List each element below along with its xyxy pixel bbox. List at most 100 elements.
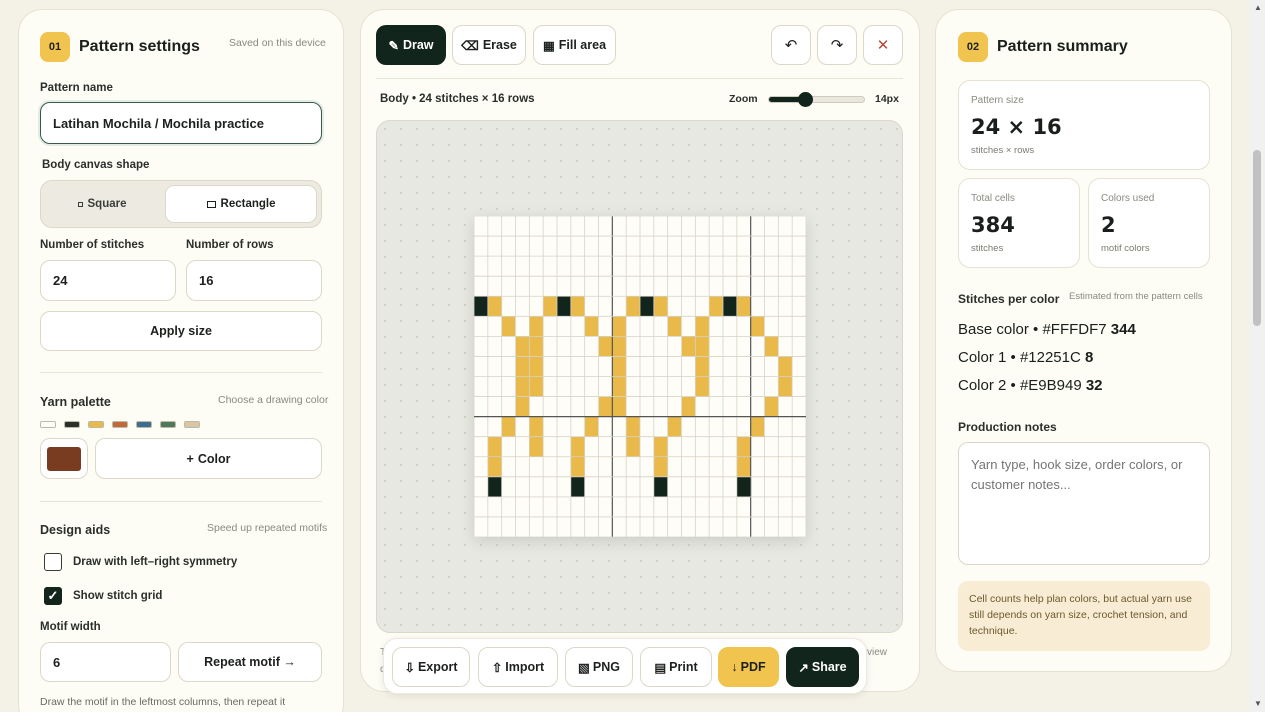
action-bar: ⇩ Export ⇧ Import ▧ PNG ▤ Print ↓ PDF ↗ Share	[383, 638, 867, 694]
eraser-icon: ⌫	[461, 38, 479, 53]
colors-used-value: 2	[1101, 213, 1116, 237]
palette-swatch[interactable]	[88, 421, 104, 428]
printer-icon: ▤	[654, 660, 667, 675]
page-scrollbar[interactable]: ▲ ▼	[1250, 0, 1265, 712]
scrollbar-thumb[interactable]	[1253, 150, 1261, 326]
show-grid-label: Show stitch grid	[73, 590, 163, 602]
pdf-label: PDF	[740, 660, 766, 674]
zoom-slider-handle[interactable]	[798, 92, 814, 107]
design-aids-label: Design aids	[40, 523, 111, 537]
add-color-button[interactable]: + Color	[95, 438, 322, 479]
print-label: Print	[669, 660, 698, 674]
pattern-size-label: Pattern size	[971, 95, 1024, 106]
symmetry-checkbox[interactable]	[44, 553, 62, 571]
erase-tool-button[interactable]: ⌫ Erase	[452, 25, 526, 65]
clear-button[interactable]: ✕	[863, 25, 903, 65]
palette-swatch[interactable]	[64, 421, 80, 428]
color-count-value: 32	[1085, 377, 1103, 394]
import-button[interactable]: ⇧ Import	[478, 647, 558, 687]
repeat-motif-button[interactable]: Repeat motif →	[178, 642, 322, 682]
current-color-picker[interactable]	[40, 438, 88, 479]
redo-button[interactable]: ↷	[817, 25, 857, 65]
shape-square-label: Square	[87, 198, 127, 210]
rows-input[interactable]: 16	[186, 260, 322, 301]
plus-icon: +	[186, 451, 194, 466]
saved-note: Saved on this device	[229, 37, 326, 49]
rectangle-icon	[206, 200, 216, 208]
stitches-per-color-hint: Estimated from the pattern cells	[1069, 291, 1203, 302]
rows-label: Number of rows	[186, 239, 274, 251]
colors-used-label: Colors used	[1101, 193, 1155, 204]
color-count-row: Color 2 • #E9B949 32	[958, 377, 1103, 394]
print-button[interactable]: ▤ Print	[640, 647, 712, 687]
fill-tool-button[interactable]: ▦ Fill area	[533, 25, 616, 65]
palette-swatch[interactable]	[160, 421, 176, 428]
zoom-label: Zoom	[729, 93, 758, 105]
color-count-name: Color 2 • #E9B949	[958, 377, 1082, 394]
color-count-row: Color 1 • #12251C 8	[958, 349, 1093, 366]
color-count-row: Base color • #FFFDF7 344	[958, 321, 1136, 338]
show-grid-checkbox[interactable]: ✓	[44, 587, 62, 605]
grid-lines	[474, 216, 806, 537]
total-cells-value: 384	[971, 213, 1015, 237]
pdf-button[interactable]: ↓ PDF	[718, 647, 779, 687]
panel-title: Pattern settings	[79, 38, 200, 55]
production-notes-textarea[interactable]	[958, 442, 1210, 565]
export-label: Export	[417, 660, 458, 674]
motif-help-text: Draw the motif in the leftmost columns, …	[40, 696, 286, 708]
symmetry-label: Draw with left–right symmetry	[73, 556, 238, 568]
share-label: Share	[811, 660, 847, 674]
motif-width-label: Motif width	[40, 621, 101, 633]
pattern-size-value: 24 × 16	[971, 115, 1062, 139]
erase-label: Erase	[482, 38, 517, 52]
pattern-name-input[interactable]: Latihan Mochila / Mochila practice	[40, 102, 322, 144]
stitches-label: Number of stitches	[40, 239, 145, 251]
color-count-value: 344	[1110, 321, 1136, 338]
current-color-swatch	[47, 446, 81, 471]
undo-button[interactable]: ↶	[771, 25, 811, 65]
palette-swatch[interactable]	[40, 421, 56, 428]
stitches-per-color-label: Stitches per color	[958, 292, 1060, 306]
pencil-icon: ✎	[388, 38, 399, 53]
canvas-shape-label: Body canvas shape	[42, 159, 150, 171]
stitch-grid[interactable]	[474, 216, 806, 537]
step-badge: 02	[958, 32, 988, 62]
pattern-size-sub: stitches × rows	[971, 145, 1035, 156]
export-button[interactable]: ⇩ Export	[392, 647, 470, 687]
color-count-name: Color 1 • #12251C	[958, 349, 1081, 366]
draw-label: Draw	[402, 38, 434, 52]
design-aids-hint: Speed up repeated motifs	[207, 522, 328, 534]
shape-rectangle-label: Rectangle	[220, 198, 276, 210]
apply-size-button[interactable]: Apply size	[40, 311, 322, 351]
share-button[interactable]: ↗ Share	[786, 647, 859, 687]
fill-icon: ▦	[542, 38, 555, 53]
yarn-palette-label: Yarn palette	[40, 395, 111, 409]
scroll-up-icon[interactable]: ▲	[1254, 3, 1262, 12]
zoom-value: 14px	[875, 93, 899, 105]
share-icon: ↗	[798, 660, 809, 675]
png-button[interactable]: ▧ PNG	[565, 647, 633, 687]
shape-square-option[interactable]: Square	[44, 185, 160, 223]
palette-swatch[interactable]	[112, 421, 128, 428]
canvas-info: Body • 24 stitches × 16 rows	[380, 93, 535, 105]
divider	[376, 78, 903, 79]
stitches-input[interactable]: 24	[40, 260, 176, 301]
download-icon: ⇩	[404, 660, 415, 675]
canvas-hint-right: view	[867, 647, 888, 658]
color-count-value: 8	[1085, 349, 1094, 366]
palette-swatch[interactable]	[136, 421, 152, 428]
draw-tool-button[interactable]: ✎ Draw	[376, 25, 446, 65]
add-color-label: Color	[197, 451, 231, 466]
shape-rectangle-option[interactable]: Rectangle	[165, 185, 317, 223]
pattern-name-label: Pattern name	[40, 82, 113, 94]
undo-icon: ↶	[784, 37, 798, 54]
zoom-slider[interactable]	[768, 92, 865, 107]
arrow-down-icon: ↓	[731, 660, 738, 674]
divider	[40, 501, 322, 502]
palette-swatch[interactable]	[184, 421, 200, 428]
motif-width-input[interactable]: 6	[40, 642, 171, 682]
redo-icon: ↷	[830, 37, 844, 54]
scroll-down-icon[interactable]: ▼	[1254, 699, 1262, 708]
production-notes-label: Production notes	[958, 420, 1057, 434]
import-label: Import	[505, 660, 545, 674]
